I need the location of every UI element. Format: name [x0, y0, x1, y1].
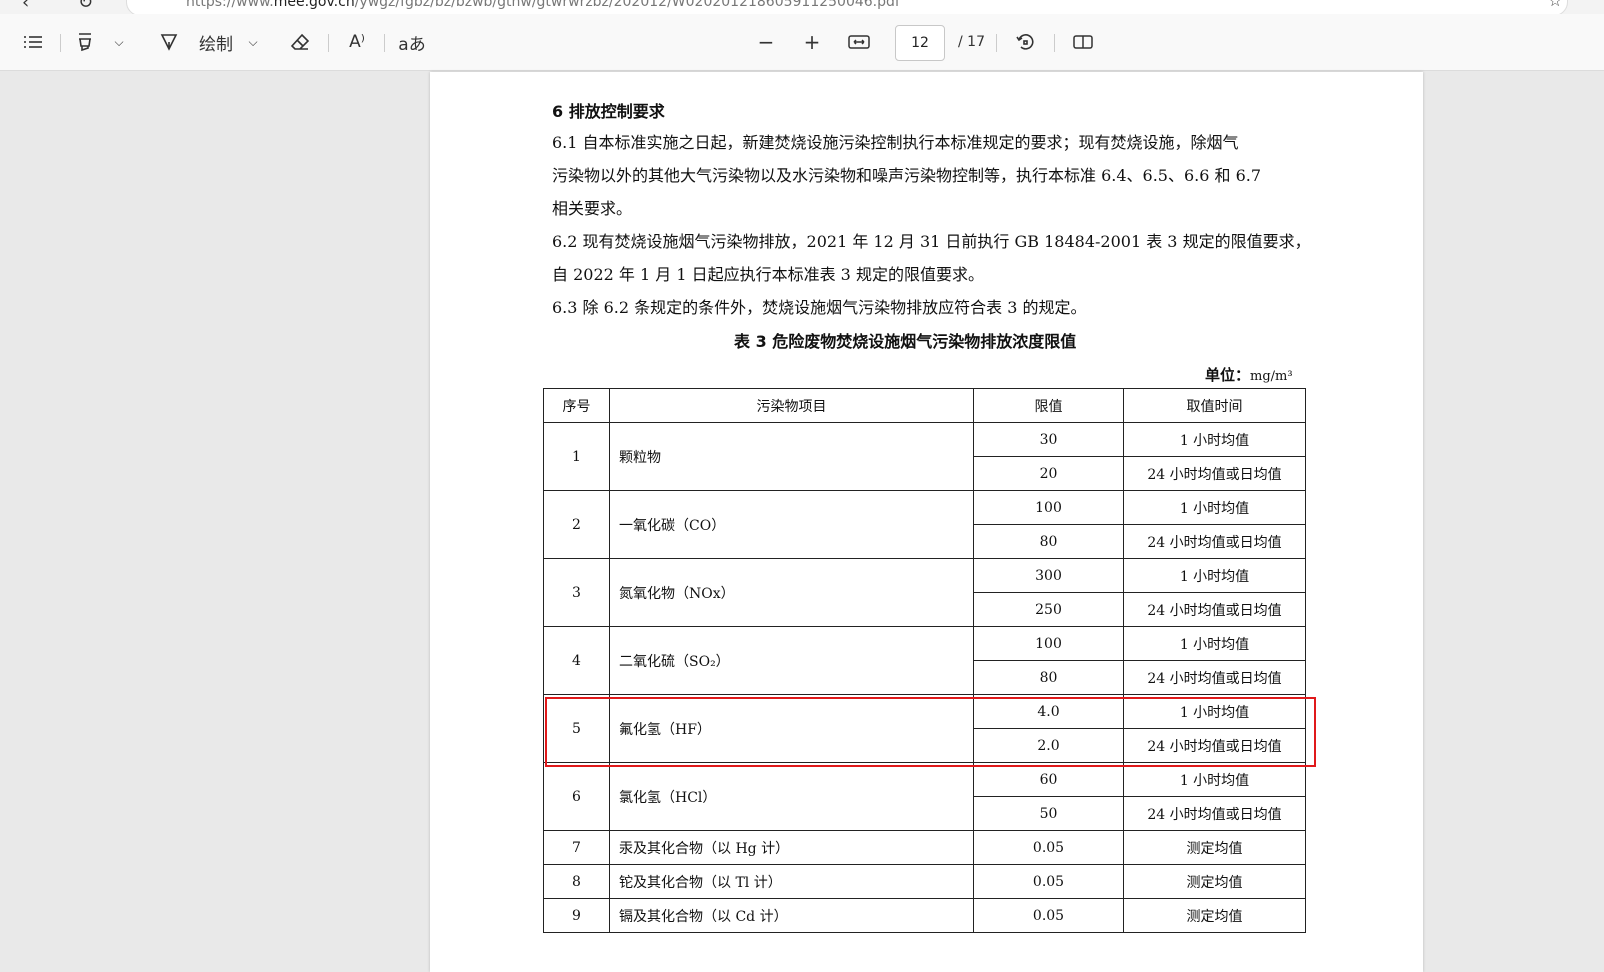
row-limit: 250: [973, 592, 1124, 627]
row-no: 1: [543, 422, 610, 491]
highlight-icon[interactable]: [74, 28, 96, 56]
address-bar-strip: ‹ ↻ https://www.mee.gov.cn/ywgz/fgbz/bz/…: [0, 0, 1604, 14]
page-total: / 17: [958, 34, 985, 50]
table-row: 3 氮氧化物（NOx） 300 1 小时均值: [543, 558, 1306, 627]
row-limit: 60: [973, 762, 1124, 797]
paragraph-6-2-line-1: 6.2 现有焚烧设施烟气污染物排放，2021 年 12 月 31 日前执行 GB…: [552, 232, 1311, 251]
row-limit: 0.05: [973, 864, 1124, 899]
row-time: 测定均值: [1123, 898, 1306, 933]
contents-list-icon[interactable]: [20, 28, 46, 56]
table-row: 1 颗粒物 30 1 小时均值: [543, 422, 1306, 491]
paragraph-6-1-line-3: 相关要求。: [552, 199, 633, 218]
row-time: 1 小时均值: [1123, 762, 1306, 797]
row-time: 测定均值: [1123, 864, 1306, 899]
row-no: 7: [543, 830, 610, 865]
row-pollutant: 氯化氢（HCl）: [609, 762, 974, 831]
table-caption: 表 3 危险废物焚烧设施烟气污染物排放浓度限值: [734, 332, 1077, 351]
translate-icon[interactable]: aあ: [398, 28, 426, 56]
row-limit: 30: [973, 422, 1124, 457]
row-pollutant: 镉及其化合物（以 Cd 计）: [609, 898, 974, 933]
row-limit: 80: [973, 660, 1124, 695]
highlight-box-hf-row: [545, 697, 1316, 767]
row-pollutant: 一氧化碳（CO）: [609, 490, 974, 559]
page-number-input[interactable]: 12: [895, 25, 945, 61]
table-row: 8 铊及其化合物（以 Tl 计） 0.05 测定均值: [543, 864, 1306, 899]
row-limit: 0.05: [973, 898, 1124, 933]
row-pollutant: 氮氧化物（NOx）: [609, 558, 974, 627]
header-no: 序号: [543, 388, 610, 423]
table-header-row: 序号 污染物项目 限值 取值时间: [543, 388, 1306, 423]
table-row: 6 氯化氢（HCl） 60 1 小时均值: [543, 762, 1306, 831]
emission-limit-table: 序号 污染物项目 限值 取值时间 1 颗粒物 30 1 小时均值 20 24 小…: [543, 388, 1306, 933]
row-pollutant: 汞及其化合物（以 Hg 计）: [609, 830, 974, 865]
section-title: 6 排放控制要求: [552, 102, 665, 121]
rotate-icon[interactable]: [1012, 28, 1038, 56]
row-limit: 20: [973, 456, 1124, 491]
draw-dropdown-chevron-icon[interactable]: ⌵: [246, 28, 260, 56]
row-no: 2: [543, 490, 610, 559]
header-pollutant: 污染物项目: [609, 388, 974, 423]
fit-to-width-icon[interactable]: [846, 28, 872, 56]
draw-label[interactable]: 绘制: [196, 28, 236, 56]
row-no: 9: [543, 898, 610, 933]
row-time: 1 小时均值: [1123, 626, 1306, 661]
read-aloud-icon[interactable]: A⁾: [344, 28, 370, 56]
row-pollutant: 颗粒物: [609, 422, 974, 491]
row-time: 24 小时均值或日均值: [1123, 592, 1306, 627]
page-view-icon[interactable]: [1070, 28, 1096, 56]
paragraph-6-1-line-2: 污染物以外的其他大气污染物以及水污染物和噪声污染物控制等，执行本标准 6.4、6…: [552, 166, 1262, 185]
table-row: 9 镉及其化合物（以 Cd 计） 0.05 测定均值: [543, 898, 1306, 933]
row-time: 24 小时均值或日均值: [1123, 796, 1306, 831]
row-limit: 300: [973, 558, 1124, 593]
eraser-icon[interactable]: [288, 28, 312, 56]
row-pollutant: 铊及其化合物（以 Tl 计）: [609, 864, 974, 899]
url-text[interactable]: https://www.mee.gov.cn/ywgz/fgbz/bz/bzwb…: [186, 0, 900, 10]
zoom-out-icon[interactable]: −: [756, 28, 776, 56]
header-time: 取值时间: [1123, 388, 1306, 423]
table-row: 7 汞及其化合物（以 Hg 计） 0.05 测定均值: [543, 830, 1306, 865]
unit-line: 单位：mg/m³: [1205, 364, 1293, 385]
row-limit: 50: [973, 796, 1124, 831]
row-limit: 100: [973, 626, 1124, 661]
row-time: 24 小时均值或日均值: [1123, 456, 1306, 491]
paragraph-6-1-line-1: 6.1 自本标准实施之日起，新建焚烧设施污染控制执行本标准规定的要求；现有焚烧设…: [552, 133, 1239, 152]
table-row: 2 一氧化碳（CO） 100 1 小时均值: [543, 490, 1306, 559]
row-no: 4: [543, 626, 610, 695]
paragraph-6-3: 6.3 除 6.2 条规定的条件外，焚烧设施烟气污染物排放应符合表 3 的规定。: [552, 298, 1087, 317]
refresh-icon[interactable]: ↻: [78, 0, 93, 13]
pdf-toolbar: ⌵ 绘制 ⌵ A⁾ aあ − + 12 / 17: [0, 14, 1604, 71]
highlight-dropdown-chevron-icon[interactable]: ⌵: [112, 28, 126, 56]
row-time: 24 小时均值或日均值: [1123, 524, 1306, 559]
header-limit: 限值: [973, 388, 1124, 423]
row-limit: 80: [973, 524, 1124, 559]
row-time: 1 小时均值: [1123, 490, 1306, 525]
paragraph-6-2-line-2: 自 2022 年 1 月 1 日起应执行本标准表 3 规定的限值要求。: [552, 265, 984, 284]
row-limit: 100: [973, 490, 1124, 525]
unit-value: mg/m³: [1250, 369, 1293, 384]
back-icon[interactable]: ‹: [22, 0, 29, 13]
row-no: 8: [543, 864, 610, 899]
table-row: 4 二氧化硫（SO₂） 100 1 小时均值: [543, 626, 1306, 695]
row-limit: 0.05: [973, 830, 1124, 865]
row-time: 测定均值: [1123, 830, 1306, 865]
row-time: 24 小时均值或日均值: [1123, 660, 1306, 695]
row-pollutant: 二氧化硫（SO₂）: [609, 626, 974, 695]
unit-label: 单位：: [1205, 366, 1251, 384]
row-no: 6: [543, 762, 610, 831]
row-no: 3: [543, 558, 610, 627]
row-time: 1 小时均值: [1123, 558, 1306, 593]
draw-pen-icon[interactable]: [158, 28, 180, 56]
favorite-star-icon[interactable]: ☆: [1548, 0, 1562, 10]
zoom-in-icon[interactable]: +: [802, 28, 822, 56]
row-time: 1 小时均值: [1123, 422, 1306, 457]
